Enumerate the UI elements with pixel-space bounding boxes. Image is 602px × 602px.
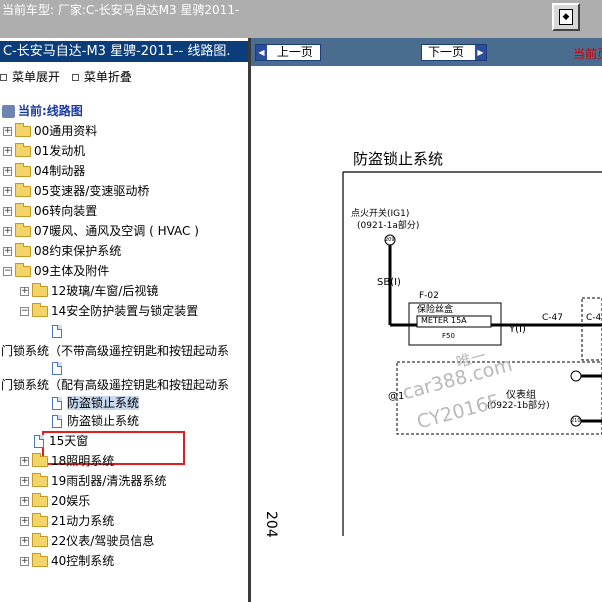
tree-item-lighting[interactable]: +18照明系统: [20, 452, 114, 470]
minus-icon: −: [20, 306, 29, 316]
toggle-panel-button[interactable]: ◆: [552, 3, 580, 31]
database-icon: [2, 105, 15, 118]
terminal-209-label: 209: [385, 237, 395, 243]
square-icon: [0, 74, 7, 81]
arrow-right-icon: ▶: [475, 45, 486, 60]
tree-item-immobilizer-2[interactable]: 防盗锁止系统: [52, 412, 139, 430]
fuse-code-label: F50: [442, 332, 455, 340]
sidebar-tree: C-长安马自达-M3 星骋-2011-- 线路图. 菜单展开 菜单折叠 当前:线…: [0, 38, 248, 602]
next-page-button[interactable]: 下一页 ▶: [421, 44, 487, 61]
menu-controls: 菜单展开 菜单折叠: [0, 68, 140, 85]
car-model-label: 当前车型: 厂家:C-长安马自达M3 星骋2011-: [2, 3, 240, 17]
wire-y-label: Y(I): [509, 324, 526, 335]
tree-item-door-lock-advanced[interactable]: 门锁系统（配有高级遥控钥匙和按钮起动系: [1, 376, 229, 394]
fuse-name-label: 保险丝盒: [417, 305, 454, 315]
square-icon: [71, 74, 79, 81]
document-icon: [34, 435, 44, 448]
sb-label: SB(I): [377, 277, 401, 288]
expand-all-button[interactable]: 菜单展开: [0, 68, 60, 85]
folder-icon: [32, 493, 48, 507]
folder-icon: [15, 143, 31, 157]
ignition-sub-label: (0921-1a部分): [357, 221, 420, 231]
tree-item-entertainment[interactable]: +20娱乐: [20, 492, 90, 510]
tree-item-immobilizer-1[interactable]: 防盗锁止系统: [52, 394, 140, 412]
folder-icon: [15, 163, 31, 177]
connector-c4-label: C-4: [586, 313, 602, 323]
terminal-210-label: 210: [571, 418, 581, 424]
tree-item-brakes[interactable]: +04制动器: [3, 162, 85, 180]
arrow-left-icon: ◀: [256, 45, 267, 60]
connector-c4-box: [581, 297, 602, 361]
tree-item-restraints[interactable]: +08约束保护系统: [3, 242, 121, 260]
connector-c47-label: C-47: [542, 313, 563, 323]
tree-item-power[interactable]: +21动力系统: [20, 512, 114, 530]
page-nav-bar: ◀ 上一页 下一页 ▶ 当前页: [251, 38, 602, 66]
plus-icon: +: [3, 206, 12, 216]
plus-icon: +: [3, 126, 12, 136]
folder-icon: [32, 473, 48, 487]
tree-item-body[interactable]: −09主体及附件: [3, 262, 109, 280]
document-icon: [52, 415, 62, 428]
tree-item-engine[interactable]: +01发动机: [3, 142, 85, 160]
document-icon: [52, 362, 62, 375]
tree-item-instruments[interactable]: +22仪表/驾驶员信息: [20, 532, 154, 550]
plus-icon: +: [3, 246, 12, 256]
plus-icon: +: [3, 146, 12, 156]
folder-icon: [32, 283, 48, 297]
folder-icon: [15, 203, 31, 217]
sidebar-title: C-长安马自达-M3 星骋-2011-- 线路图.: [0, 41, 248, 62]
folder-icon: [15, 243, 31, 257]
tree-item-wipers[interactable]: +19雨刮器/清洗器系统: [20, 472, 166, 490]
plus-icon: +: [20, 496, 29, 506]
plus-icon: +: [20, 476, 29, 486]
plus-icon: +: [20, 536, 29, 546]
plus-icon: +: [3, 186, 12, 196]
plus-icon: +: [3, 226, 12, 236]
collapse-all-button[interactable]: 菜单折叠: [71, 68, 132, 85]
folder-icon: [32, 453, 48, 467]
folder-icon: [15, 223, 31, 237]
folder-open-icon: [32, 303, 48, 317]
panel-icon: ◆: [559, 9, 573, 25]
page-number: 204: [263, 511, 279, 538]
tree-item-glass[interactable]: +12玻璃/车窗/后视镜: [20, 282, 158, 300]
tree-item-door-lock-basic[interactable]: 门锁系统（不带高级遥控钥匙和按钮起动系: [1, 342, 229, 360]
folder-icon: [15, 183, 31, 197]
prev-page-button[interactable]: ◀ 上一页: [255, 44, 321, 61]
current-page-label: 当前页: [573, 47, 602, 61]
tree-doc-icon-row[interactable]: [52, 322, 67, 340]
plus-icon: +: [20, 556, 29, 566]
tree-item-control[interactable]: +40控制系统: [20, 552, 114, 570]
folder-icon: [32, 513, 48, 527]
tree-root[interactable]: 当前:线路图: [2, 102, 83, 120]
tree-item-general[interactable]: +00通用资料: [3, 122, 97, 140]
folder-open-icon: [15, 263, 31, 277]
folder-icon: [15, 123, 31, 137]
top-bar: 当前车型: 厂家:C-长安马自达M3 星骋2011- ◆: [0, 0, 602, 38]
terminal-cluster-1: [570, 370, 582, 382]
plus-icon: +: [20, 456, 29, 466]
diagram-page: 防盗锁止系统 点火开关(IG1) (0921-1a部分) SB(I) F-02 …: [251, 66, 602, 602]
fuse-id-label: F-02: [419, 291, 439, 301]
tree-doc-icon-row[interactable]: [52, 359, 67, 377]
tree-item-hvac[interactable]: +07暖风、通风及空调 ( HVAC ): [3, 222, 199, 240]
document-icon: [52, 325, 62, 338]
fuse-rating-label: METER 15A: [421, 316, 467, 325]
wiring-diagram: [342, 171, 602, 536]
plus-icon: +: [20, 516, 29, 526]
folder-icon: [32, 533, 48, 547]
diagram-title: 防盗锁止系统: [353, 150, 444, 168]
tree-item-sunroof[interactable]: 15天窗: [34, 432, 88, 450]
tree-item-transmission[interactable]: +05变速器/变速驱动桥: [3, 182, 149, 200]
document-icon: [52, 397, 62, 410]
minus-icon: −: [3, 266, 12, 276]
folder-icon: [32, 553, 48, 567]
plus-icon: +: [20, 286, 29, 296]
tree-item-security[interactable]: −14安全防护装置与锁定装置: [20, 302, 198, 320]
tree-item-steering[interactable]: +06转向装置: [3, 202, 97, 220]
plus-icon: +: [3, 166, 12, 176]
